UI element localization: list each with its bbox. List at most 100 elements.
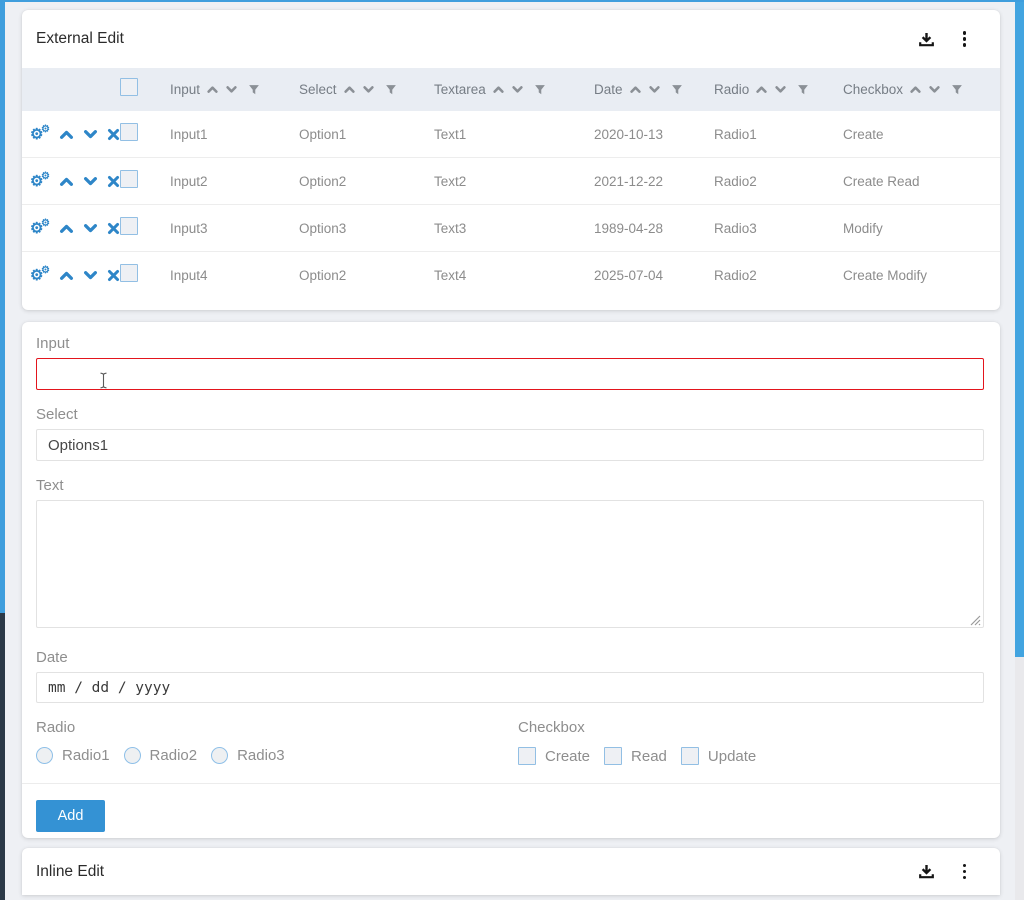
row-checkbox[interactable] <box>120 123 138 141</box>
filter-icon[interactable] <box>671 84 683 96</box>
sort-asc-icon[interactable] <box>492 83 505 96</box>
radio-button[interactable] <box>124 747 141 764</box>
filter-icon[interactable] <box>385 84 397 96</box>
checkbox-group-label: Checkbox <box>518 719 770 736</box>
move-down-icon[interactable] <box>83 268 98 283</box>
date-field[interactable]: mm / dd / yyyy <box>36 672 984 703</box>
add-button[interactable]: Add <box>36 800 105 832</box>
filter-icon[interactable] <box>951 84 963 96</box>
cell-date: 2021-12-22 <box>594 174 714 189</box>
move-down-icon[interactable] <box>83 127 98 142</box>
divider <box>22 783 1000 784</box>
checkbox[interactable] <box>681 747 699 765</box>
radio-button[interactable] <box>211 747 228 764</box>
cell-select: Option1 <box>299 127 434 142</box>
cell-textarea: Text3 <box>434 221 594 236</box>
radio-button[interactable] <box>36 747 53 764</box>
column-header-input: Input <box>170 82 299 97</box>
cell-checkbox: Modify <box>843 221 1000 236</box>
radio-group: Radio1 Radio2 Radio3 <box>36 747 518 764</box>
more-options-icon[interactable] <box>959 862 971 882</box>
input-label: Input <box>36 335 986 352</box>
left-scrollbar-track <box>0 0 5 900</box>
radio-option-label: Radio3 <box>237 747 285 764</box>
row-checkbox[interactable] <box>120 170 138 188</box>
sort-desc-icon[interactable] <box>774 83 787 96</box>
move-up-icon[interactable] <box>59 127 74 142</box>
select-value: Options1 <box>48 437 108 454</box>
move-up-icon[interactable] <box>59 268 74 283</box>
settings-cogs-icon[interactable]: ⚙⚙ <box>30 267 50 284</box>
sort-asc-icon[interactable] <box>909 83 922 96</box>
cell-textarea: Text4 <box>434 268 594 283</box>
delete-x-icon[interactable] <box>107 128 120 141</box>
cell-input: Input1 <box>170 127 299 142</box>
column-header-textarea: Textarea <box>434 82 594 97</box>
move-up-icon[interactable] <box>59 174 74 189</box>
settings-cogs-icon[interactable]: ⚙⚙ <box>30 220 50 237</box>
select-field[interactable]: Options1 <box>36 429 984 461</box>
cell-input: Input4 <box>170 268 299 283</box>
settings-cogs-icon[interactable]: ⚙⚙ <box>30 173 50 190</box>
sort-desc-icon[interactable] <box>928 83 941 96</box>
row-checkbox[interactable] <box>120 264 138 282</box>
sort-asc-icon[interactable] <box>629 83 642 96</box>
cell-radio: Radio3 <box>714 221 843 236</box>
add-form-card: Input Select Options1 Text Date <box>22 322 1000 838</box>
cell-textarea: Text2 <box>434 174 594 189</box>
row-actions: ⚙⚙ <box>22 126 120 143</box>
sort-desc-icon[interactable] <box>362 83 375 96</box>
cell-select: Option2 <box>299 268 434 283</box>
sort-asc-icon[interactable] <box>343 83 356 96</box>
date-label: Date <box>36 649 986 666</box>
right-scrollbar-thumb[interactable] <box>1015 0 1024 657</box>
more-options-icon[interactable] <box>959 29 971 49</box>
move-down-icon[interactable] <box>83 174 98 189</box>
cell-checkbox: Create Read <box>843 174 1000 189</box>
download-icon[interactable] <box>918 31 935 48</box>
table-header-row: Input Select Textarea Date Radio <box>22 68 1000 111</box>
card-title: External Edit <box>36 30 124 48</box>
radio-option-label: Radio2 <box>150 747 198 764</box>
delete-x-icon[interactable] <box>107 222 120 235</box>
sort-desc-icon[interactable] <box>511 83 524 96</box>
sort-asc-icon[interactable] <box>206 83 219 96</box>
row-actions: ⚙⚙ <box>22 220 120 237</box>
text-area-field[interactable] <box>36 500 984 628</box>
radio-group-label: Radio <box>36 719 518 736</box>
row-actions: ⚙⚙ <box>22 173 120 190</box>
column-label: Date <box>594 82 623 97</box>
cell-checkbox: Create Modify <box>843 268 1000 283</box>
select-all-checkbox[interactable] <box>120 78 138 96</box>
filter-icon[interactable] <box>797 84 809 96</box>
delete-x-icon[interactable] <box>107 269 120 282</box>
input-field[interactable] <box>36 358 984 390</box>
checkbox[interactable] <box>518 747 536 765</box>
left-scrollbar-thumb[interactable] <box>0 0 5 613</box>
cell-textarea: Text1 <box>434 127 594 142</box>
download-icon[interactable] <box>918 863 935 880</box>
checkbox[interactable] <box>604 747 622 765</box>
checkbox-option-label: Create <box>545 748 590 765</box>
text-label: Text <box>36 477 986 494</box>
inline-edit-card: Inline Edit <box>22 848 1000 895</box>
sort-desc-icon[interactable] <box>648 83 661 96</box>
move-up-icon[interactable] <box>59 221 74 236</box>
date-placeholder: mm / dd / yyyy <box>48 680 170 696</box>
settings-cogs-icon[interactable]: ⚙⚙ <box>30 126 50 143</box>
select-all-cell <box>120 78 170 101</box>
table-row: ⚙⚙ Input3 Option3 Text3 1989-04-28 Radio… <box>22 205 1000 252</box>
external-edit-card: External Edit Input Select <box>22 10 1000 310</box>
row-checkbox[interactable] <box>120 217 138 235</box>
filter-icon[interactable] <box>534 84 546 96</box>
select-label: Select <box>36 406 986 423</box>
filter-icon[interactable] <box>248 84 260 96</box>
move-down-icon[interactable] <box>83 221 98 236</box>
delete-x-icon[interactable] <box>107 175 120 188</box>
checkbox-option-label: Update <box>708 748 756 765</box>
cell-select: Option2 <box>299 174 434 189</box>
column-label: Checkbox <box>843 82 903 97</box>
sort-desc-icon[interactable] <box>225 83 238 96</box>
sort-asc-icon[interactable] <box>755 83 768 96</box>
resize-handle-icon[interactable] <box>970 615 981 626</box>
